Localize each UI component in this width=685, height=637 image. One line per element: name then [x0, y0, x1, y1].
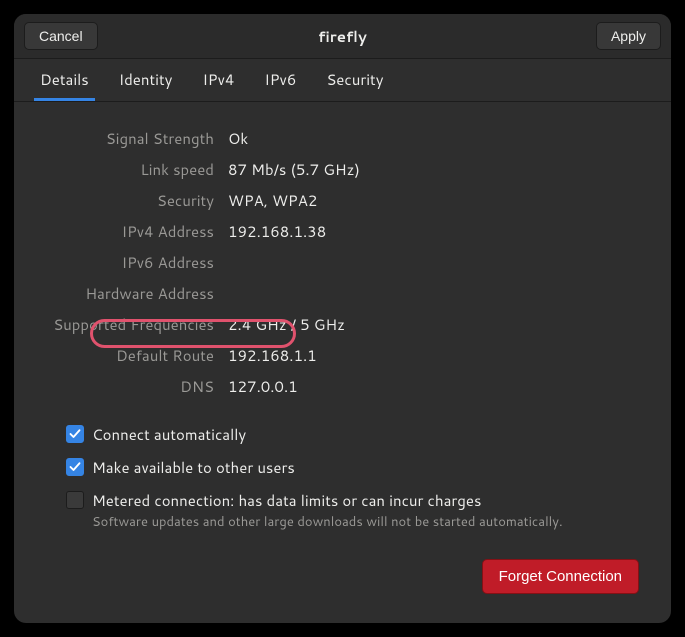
connect-automatically-checkbox[interactable]	[66, 425, 84, 443]
content-area: Signal Strength Ok Link speed 87 Mb/s (5…	[14, 102, 671, 623]
metered-connection-checkbox[interactable]	[66, 491, 84, 509]
hardware-address-label: Hardware Address	[44, 283, 214, 305]
footer: Forget Connection	[44, 559, 641, 594]
hardware-address-value	[228, 283, 641, 305]
connection-settings-dialog: Cancel firefly Apply Details Identity IP…	[14, 14, 671, 623]
details-grid: Signal Strength Ok Link speed 87 Mb/s (5…	[44, 128, 641, 398]
tab-ipv4[interactable]: IPv4	[196, 59, 240, 101]
metered-connection-sublabel: Software updates and other large downloa…	[92, 513, 563, 531]
link-speed-label: Link speed	[44, 159, 214, 181]
dns-value: 127.0.0.1	[228, 376, 641, 398]
dialog-title: firefly	[318, 26, 367, 47]
available-to-others-row: Make available to other users	[66, 457, 641, 478]
metered-connection-row: Metered connection: has data limits or c…	[66, 490, 641, 531]
security-value: WPA, WPA2	[228, 190, 641, 212]
available-to-others-checkbox[interactable]	[66, 458, 84, 476]
check-icon	[69, 461, 81, 473]
titlebar: Cancel firefly Apply	[14, 14, 671, 59]
tabs: Details Identity IPv4 IPv6 Security	[14, 59, 671, 102]
apply-button[interactable]: Apply	[596, 22, 661, 50]
available-to-others-label: Make available to other users	[92, 457, 295, 478]
tab-security[interactable]: Security	[320, 59, 389, 101]
signal-strength-label: Signal Strength	[44, 128, 214, 150]
cancel-button[interactable]: Cancel	[24, 22, 98, 50]
check-icon	[69, 428, 81, 440]
tab-details[interactable]: Details	[34, 59, 95, 101]
forget-connection-button[interactable]: Forget Connection	[482, 559, 639, 594]
default-route-value: 192.168.1.1	[228, 345, 641, 367]
connect-automatically-label: Connect automatically	[92, 424, 246, 445]
supported-frequencies-label: Supported Frequencies	[44, 314, 214, 336]
dns-label: DNS	[44, 376, 214, 398]
tab-ipv6[interactable]: IPv6	[258, 59, 302, 101]
tab-identity[interactable]: Identity	[113, 59, 179, 101]
connect-automatically-row: Connect automatically	[66, 424, 641, 445]
ipv4-label: IPv4 Address	[44, 221, 214, 243]
security-label: Security	[44, 190, 214, 212]
metered-connection-label: Metered connection: has data limits or c…	[92, 490, 563, 511]
default-route-label: Default Route	[44, 345, 214, 367]
ipv6-value	[228, 252, 641, 274]
link-speed-value: 87 Mb/s (5.7 GHz)	[228, 159, 641, 181]
ipv6-label: IPv6 Address	[44, 252, 214, 274]
ipv4-value: 192.168.1.38	[228, 221, 641, 243]
supported-frequencies-value: 2.4 GHz / 5 GHz	[228, 314, 641, 336]
signal-strength-value: Ok	[228, 128, 641, 150]
options: Connect automatically Make available to …	[44, 424, 641, 531]
